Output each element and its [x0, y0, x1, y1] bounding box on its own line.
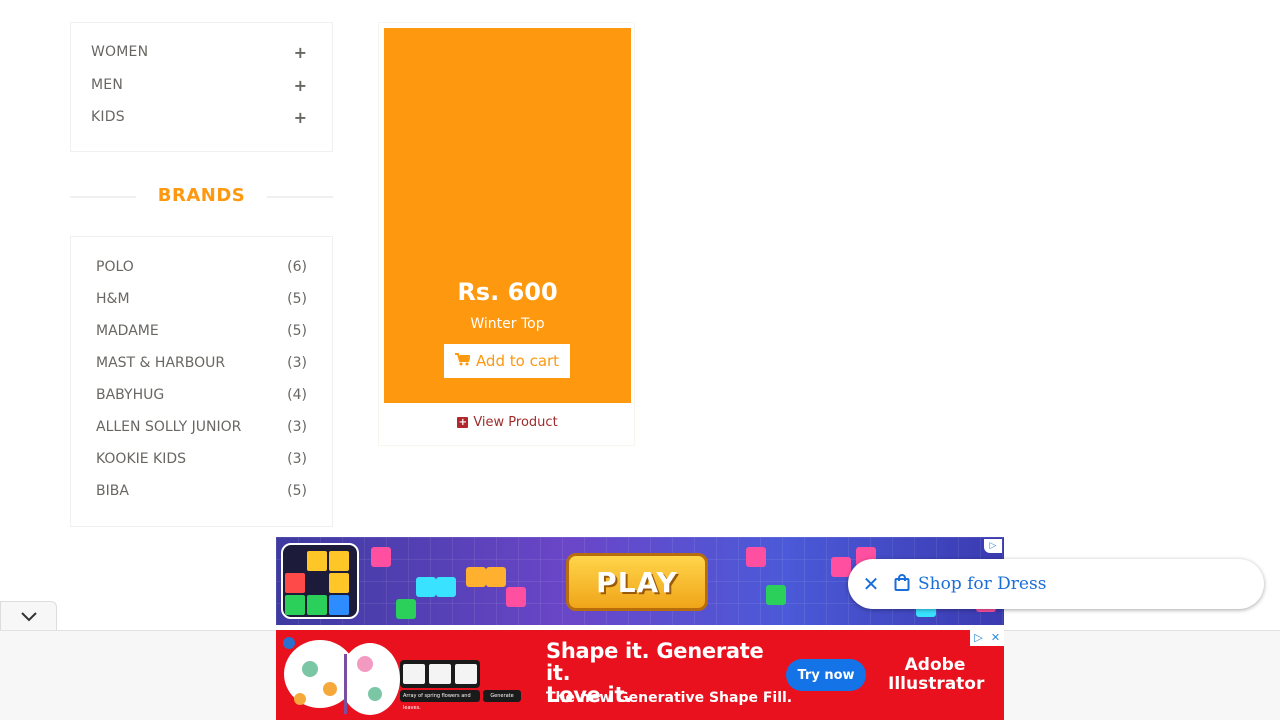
brand-link-polo[interactable]: POLO (6): [96, 257, 307, 277]
shopping-cart-icon: [454, 352, 472, 370]
plus-icon[interactable]: +: [294, 43, 307, 62]
brand-count: (5): [287, 291, 307, 307]
ui-generate-button: Generate: [483, 690, 521, 702]
brand-link-mast-harbour[interactable]: MAST & HARBOUR (3): [96, 353, 307, 373]
ad-controls: ▷ ✕: [970, 630, 1004, 646]
butterfly-illustration: [283, 637, 400, 715]
logo-block: [329, 551, 349, 571]
play-button[interactable]: PLAY: [566, 553, 708, 611]
adobe-headline-line-1: Shape it. Generate it.: [546, 639, 764, 685]
brand-count: (3): [287, 419, 307, 435]
logo-block: [285, 595, 305, 615]
plus-icon[interactable]: +: [294, 76, 307, 95]
view-product-label[interactable]: View Product: [473, 415, 557, 430]
category-item-men[interactable]: MEN +: [91, 75, 307, 95]
adobe-subheadline: The new Generative Shape Fill.: [546, 690, 793, 706]
ui-swatch: [455, 664, 477, 684]
logo-block: [307, 551, 327, 571]
ui-swatch: [429, 664, 451, 684]
tetris-block: [746, 547, 766, 567]
category-panel: WOMEN + MEN + KIDS +: [70, 22, 333, 152]
view-product-link[interactable]: + View Product: [384, 403, 631, 441]
ui-swatch: [403, 664, 425, 684]
adchoices-icon[interactable]: ▷: [984, 539, 1002, 553]
try-now-button[interactable]: Try now: [786, 659, 866, 691]
close-ad-icon[interactable]: ✕: [987, 630, 1004, 646]
brand-name[interactable]: POLO: [96, 259, 134, 275]
shopping-bag-icon: [894, 573, 910, 595]
ui-prompt-caption: Array of spring flowers and leaves.: [400, 690, 480, 711]
chevron-down-icon[interactable]: [20, 607, 37, 626]
tetris-block: [486, 567, 506, 587]
brand-name[interactable]: H&M: [96, 291, 130, 307]
product-name: Winter Top: [470, 316, 545, 332]
adchoices-icon[interactable]: ▷: [970, 630, 987, 646]
plus-icon[interactable]: +: [294, 108, 307, 127]
tetris-block: [371, 547, 391, 567]
brands-panel: POLO (6) H&M (5) MADAME (5) MAST & HARBO…: [70, 236, 333, 527]
logo-block: [285, 573, 305, 593]
brand-link-babyhug[interactable]: BABYHUG (4): [96, 385, 307, 405]
collapse-ad-button[interactable]: [0, 601, 57, 630]
ui-swatch-panel: [400, 660, 480, 688]
brand-name[interactable]: BABYHUG: [96, 387, 164, 403]
tetris-block: [416, 577, 436, 597]
brand-count: (6): [287, 259, 307, 275]
brand-name[interactable]: BIBA: [96, 483, 129, 499]
brand-link-biba[interactable]: BIBA (5): [96, 481, 307, 501]
brand-link-kookie-kids[interactable]: KOOKIE KIDS (3): [96, 449, 307, 469]
logo-block: [329, 573, 349, 593]
adobe-brand-line-2: Illustrator: [888, 674, 985, 694]
brand-name[interactable]: ALLEN SOLLY JUNIOR: [96, 419, 241, 435]
brand-name[interactable]: MAST & HARBOUR: [96, 355, 225, 371]
brand-link-allen-solly-junior[interactable]: ALLEN SOLLY JUNIOR (3): [96, 417, 307, 437]
category-label[interactable]: WOMEN: [91, 44, 148, 60]
close-icon[interactable]: ✕: [848, 572, 894, 596]
brand-count: (3): [287, 451, 307, 467]
product-overlay: Rs. 600 Winter Top Add to cart: [384, 28, 631, 403]
tetris-block: [396, 599, 416, 619]
adobe-brand-line-1: Adobe: [904, 655, 966, 675]
add-to-cart-label[interactable]: Add to cart: [476, 352, 559, 370]
plus-square-icon: +: [457, 416, 469, 428]
product-card: Rs. 600 Winter Top Add to cart + View Pr…: [378, 22, 635, 446]
category-label[interactable]: KIDS: [91, 109, 125, 125]
brands-title: BRANDS: [157, 185, 246, 206]
category-item-kids[interactable]: KIDS +: [91, 107, 307, 127]
tetris-block: [466, 567, 486, 587]
brand-link-hm[interactable]: H&M (5): [96, 289, 307, 309]
brand-count: (4): [287, 387, 307, 403]
logo-block: [329, 595, 349, 615]
page: WOMEN + MEN + KIDS + BRANDS POLO (6) H&M…: [0, 0, 1280, 720]
tetris-block: [766, 585, 786, 605]
tetris-block: [506, 587, 526, 607]
brand-link-madame[interactable]: MADAME (5): [96, 321, 307, 341]
product-price: Rs. 600: [457, 278, 558, 306]
category-label[interactable]: MEN: [91, 77, 123, 93]
shop-suggestion-pill[interactable]: ✕ Shop for Dress: [848, 559, 1264, 609]
brands-heading: BRANDS: [70, 185, 333, 209]
brand-count: (3): [287, 355, 307, 371]
tetris-block: [436, 577, 456, 597]
add-to-cart-button[interactable]: Add to cart: [444, 344, 570, 378]
adobe-ad-banner[interactable]: Array of spring flowers and leaves. Gene…: [276, 630, 1004, 720]
shop-suggestion-text[interactable]: Shop for Dress: [918, 574, 1046, 594]
logo-block: [307, 595, 327, 615]
brand-name[interactable]: KOOKIE KIDS: [96, 451, 186, 467]
adobe-illustrator-logo: Adobe Illustrator: [888, 655, 985, 694]
category-item-women[interactable]: WOMEN +: [91, 42, 307, 62]
game-logo: [281, 543, 359, 619]
brand-count: (5): [287, 483, 307, 499]
brand-count: (5): [287, 323, 307, 339]
brand-name[interactable]: MADAME: [96, 323, 159, 339]
